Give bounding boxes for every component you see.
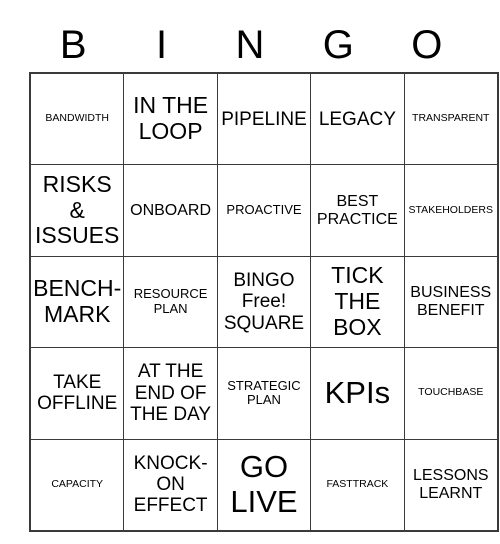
bingo-row: TAKE OFFLINE AT THE END OF THE DAY STRATEG… — [29, 347, 499, 440]
header-letter-i: I — [156, 23, 168, 67]
bingo-cell-label: RESOURCE PLAN — [133, 286, 208, 316]
bingo-cell[interactable]: KNOCK- ON EFFECT — [123, 438, 218, 532]
bingo-cell[interactable]: AT THE END OF THE DAY — [123, 347, 218, 440]
bingo-cell-label: LEGACY — [318, 108, 396, 130]
bingo-free-square[interactable]: BINGO Free! SQUARE — [216, 255, 312, 349]
bingo-cell[interactable]: STAKEHOLDERS — [403, 164, 499, 257]
bingo-cell-label: TRANSPARENT — [412, 112, 490, 125]
bingo-cell[interactable]: KPIs — [310, 347, 405, 440]
bingo-cell[interactable]: TOUCHBASE — [403, 347, 499, 440]
bingo-cell-label: KPIs — [324, 375, 391, 410]
bingo-cell-label: KNOCK- ON EFFECT — [133, 452, 208, 517]
bingo-cell[interactable]: TICK THE BOX — [310, 255, 405, 349]
bingo-cell-label: STAKEHOLDERS — [408, 203, 493, 216]
bingo-cell[interactable]: PROACTIVE — [216, 164, 312, 257]
bingo-cell[interactable]: ONBOARD — [123, 164, 218, 257]
bingo-cell-label: BEST PRACTICE — [316, 192, 398, 228]
bingo-cell[interactable]: GO LIVE — [216, 438, 312, 532]
bingo-cell-label: STRATEGIC PLAN — [227, 377, 301, 408]
bingo-cell-label: TOUCHBASE — [418, 386, 484, 399]
bingo-cell-label: BENCH- MARK — [33, 275, 122, 327]
bingo-cell[interactable]: IN THE LOOP — [123, 72, 218, 166]
bingo-header: B I N G O — [29, 18, 471, 72]
bingo-cell-label: RISKS & ISSUES — [35, 170, 120, 249]
header-letter-o: O — [411, 23, 443, 67]
bingo-cell-label: GO LIVE — [230, 449, 298, 519]
bingo-grid: BANDWIDTH IN THE LOOP PIPELINE LEGACY TRANSP… — [29, 72, 499, 532]
bingo-cell[interactable]: STRATEGIC PLAN — [216, 347, 312, 440]
bingo-row: CAPACITY KNOCK- ON EFFECT GO LIVE FASTTRACK… — [29, 438, 499, 532]
bingo-cell-label: BANDWIDTH — [45, 112, 109, 125]
bingo-card: B I N G O BANDWIDTH IN THE LOOP PIPELINE LE… — [29, 18, 499, 532]
bingo-cell[interactable]: LEGACY — [310, 72, 405, 166]
bingo-cell-label: AT THE END OF THE DAY — [130, 361, 212, 425]
bingo-cell[interactable]: CAPACITY — [29, 438, 125, 532]
bingo-cell[interactable]: RESOURCE PLAN — [123, 255, 218, 349]
bingo-cell[interactable]: BANDWIDTH — [29, 72, 125, 166]
bingo-cell[interactable]: BUSINESS BENEFIT — [403, 255, 499, 349]
header-letter-g: G — [322, 23, 354, 67]
bingo-cell[interactable]: TAKE OFFLINE — [29, 347, 125, 440]
bingo-cell-label: LESSONS LEARNT — [412, 466, 489, 502]
bingo-cell[interactable]: BEST PRACTICE — [310, 164, 405, 257]
bingo-row: RISKS & ISSUES ONBOARD PROACTIVE BEST PRACT… — [29, 164, 499, 257]
bingo-cell[interactable]: PIPELINE — [216, 72, 312, 166]
bingo-cell[interactable]: BENCH- MARK — [29, 255, 125, 349]
bingo-cell[interactable]: RISKS & ISSUES — [29, 164, 125, 257]
bingo-cell-label: ONBOARD — [130, 201, 212, 219]
header-letter-b: B — [59, 23, 87, 67]
bingo-cell-label: TAKE OFFLINE — [37, 372, 118, 415]
bingo-cell-label: FASTTRACK — [326, 477, 389, 490]
bingo-cell-label: TICK THE BOX — [331, 262, 384, 340]
bingo-cell-label: CAPACITY — [51, 477, 104, 490]
bingo-cell-label: IN THE LOOP — [133, 92, 209, 145]
bingo-cell-label: PROACTIVE — [226, 202, 302, 218]
bingo-cell[interactable]: FASTTRACK — [310, 438, 405, 532]
bingo-row: BANDWIDTH IN THE LOOP PIPELINE LEGACY TRANSP… — [29, 72, 499, 166]
bingo-cell[interactable]: TRANSPARENT — [403, 72, 499, 166]
header-letter-n: N — [235, 23, 265, 67]
bingo-row: BENCH- MARK RESOURCE PLAN BINGO Free! SQUA… — [29, 255, 499, 349]
bingo-cell-label: PIPELINE — [221, 108, 307, 130]
bingo-cell[interactable]: LESSONS LEARNT — [403, 438, 499, 532]
bingo-cell-label: BINGO Free! SQUARE — [223, 270, 305, 334]
bingo-cell-label: BUSINESS BENEFIT — [410, 284, 492, 319]
